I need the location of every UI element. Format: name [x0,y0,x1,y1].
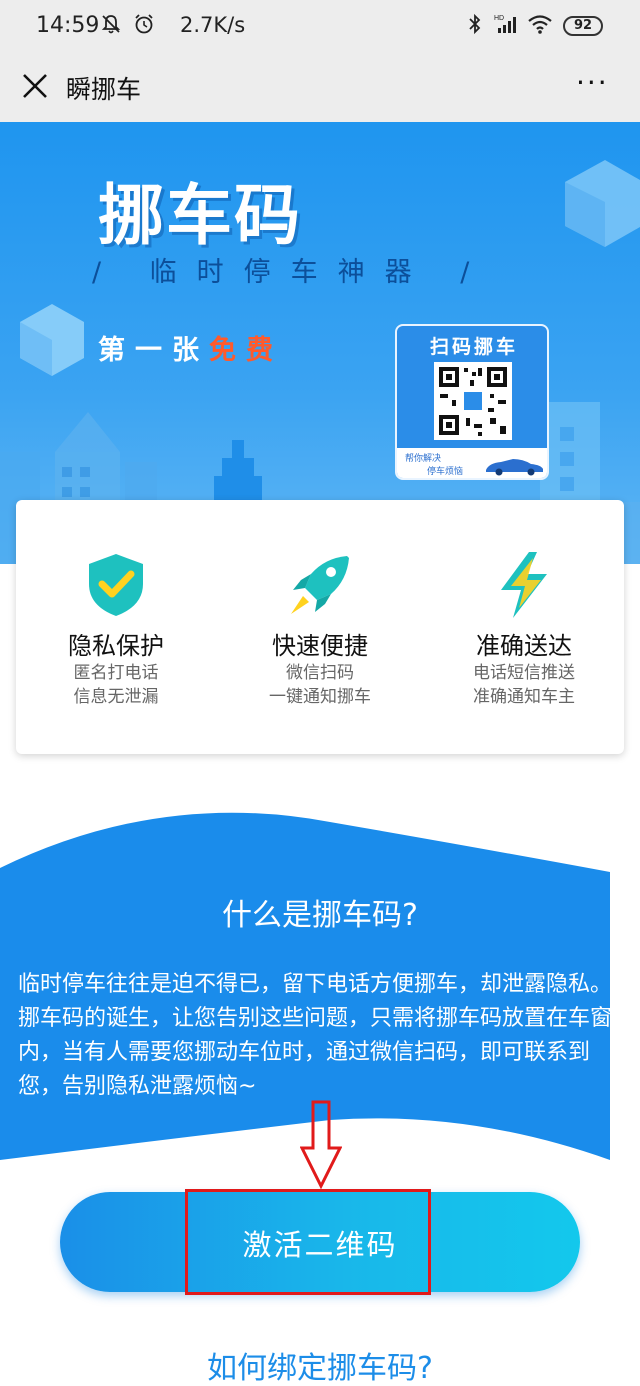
rocket-icon [285,550,355,620]
qr-code-icon [434,362,512,440]
feature-accurate: 准确送达 电话短信推送 准确通知车主 [424,550,624,709]
network-speed: 2.7K/s [180,13,246,37]
free-offer-text: 第一张免费 [98,328,283,367]
signal-icon: HD [494,13,520,40]
feature-desc-line2: 准确通知车主 [473,687,575,707]
qr-sticker-footer: 帮你解决 停车烦恼 [397,448,547,478]
qr-footer-line2: 停车烦恼 [427,467,464,477]
mute-bell-icon [100,13,122,40]
qr-sticker-preview: 扫码挪车 帮你解决 停车烦恼 [395,324,549,480]
status-bar: 14:59 2.7K/s HD 92 [0,0,640,52]
feature-desc-line1: 微信扫码 [286,663,354,683]
highlight-annotation-box [185,1189,431,1295]
feature-fast: 快速便捷 微信扫码 一键通知挪车 [220,550,420,709]
feature-desc-line2: 信息无泄漏 [73,687,159,707]
hero-banner: 挪车码 / 临时停车神器 / 第一张免费 扫码挪车 帮你解决 停车烦恼 [0,122,640,564]
feature-privacy: 隐私保护 匿名打电话 信息无泄漏 [16,550,216,709]
more-menu-button[interactable]: ··· [576,66,609,99]
feature-title: 隐私保护 [68,632,164,660]
shield-check-icon [81,550,151,620]
status-time: 14:59 [36,13,100,38]
feature-desc-line1: 电话短信推送 [473,663,575,683]
banner-title: 挪车码 [98,177,302,254]
svg-text:HD: HD [494,15,504,22]
free-offer-prefix: 第一张 [98,335,209,366]
page-title: 瞬挪车 [66,75,142,104]
qr-sticker-title: 扫码挪车 [429,336,518,358]
how-to-bind-link[interactable]: 如何绑定挪车码? [0,1343,640,1386]
feature-title: 准确送达 [476,632,572,660]
battery-indicator: 92 [563,16,603,36]
qr-footer-line1: 帮你解决 [405,454,442,464]
banner-subtitle: / 临时停车神器 / [92,257,490,288]
feature-desc-line1: 匿名打电话 [73,663,159,683]
about-text: 临时停车往往是迫不得已，留下电话方便挪车，却泄露隐私。挪车码的诞生，让您告别这些… [18,972,613,1099]
title-bar: 瞬挪车 ··· [0,52,640,122]
lightning-icon [489,550,559,620]
wifi-icon [527,13,553,40]
free-offer-highlight: 免费 [209,335,283,366]
about-title: 什么是挪车码? [222,898,418,933]
bluetooth-icon [466,13,484,40]
alarm-icon [133,13,155,40]
down-arrow-icon [300,1100,342,1190]
car-icon [486,459,543,476]
close-icon[interactable] [18,69,54,105]
feature-desc-line2: 一键通知挪车 [269,687,371,707]
feature-title: 快速便捷 [272,632,368,660]
feature-card: 隐私保护 匿名打电话 信息无泄漏 快速便捷 微信扫码 一键通知挪车 准确送达 电… [16,500,624,754]
